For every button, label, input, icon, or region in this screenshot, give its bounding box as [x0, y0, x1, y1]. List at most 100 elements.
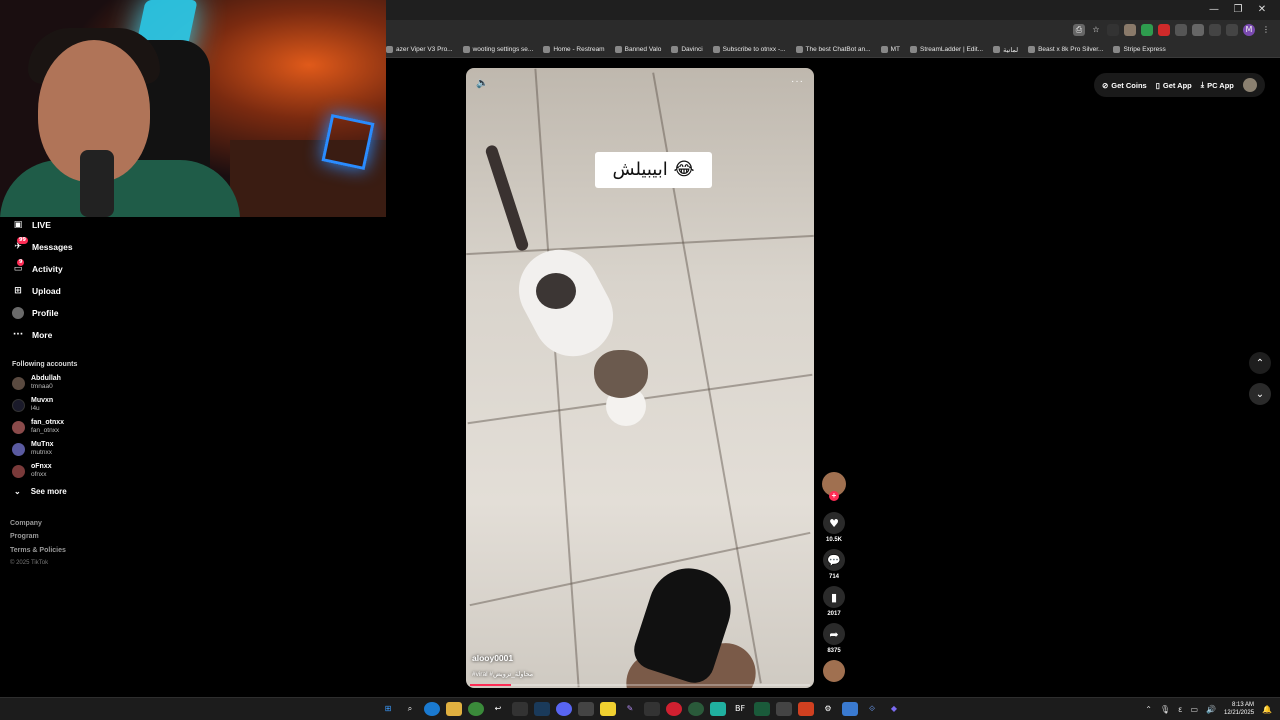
footer-link-company[interactable]: Company: [10, 520, 42, 527]
next-video-button[interactable]: ⌄: [1249, 383, 1271, 405]
file-explorer-icon[interactable]: [446, 702, 462, 716]
get-app-button[interactable]: ▯ Get App: [1156, 81, 1192, 90]
bookmark-item[interactable]: Davinci: [671, 46, 703, 53]
clock[interactable]: 8:13 AM 12/21/2025: [1224, 701, 1254, 717]
previous-video-button[interactable]: ⌃: [1249, 352, 1271, 374]
volume-icon[interactable]: 🔊: [1206, 705, 1216, 714]
get-coins-button[interactable]: ⊘ Get Coins: [1102, 81, 1147, 90]
share-count: 8375: [827, 648, 841, 654]
bookmark-item[interactable]: Stripe Express: [1113, 46, 1166, 53]
see-more-button[interactable]: ⌄ See more: [14, 487, 67, 496]
following-account[interactable]: Muvxn l4u: [12, 397, 53, 413]
sticky-notes-icon[interactable]: [600, 702, 616, 716]
extension-icon[interactable]: [1175, 24, 1187, 36]
sidebar-item-profile[interactable]: Profile: [12, 307, 58, 319]
bookmark-item[interactable]: azer Viper V3 Pro...: [386, 46, 453, 53]
kebab-menu-icon[interactable]: ⋮: [1260, 24, 1272, 36]
discord-icon[interactable]: [556, 702, 572, 716]
bookmark-item[interactable]: StreamLadder | Edit...: [909, 46, 983, 53]
sidebar-item-messages[interactable]: ✈ 99 Messages: [12, 237, 73, 253]
account-username: l4u: [31, 405, 40, 412]
extension-icon[interactable]: [1192, 24, 1204, 36]
chrome-icon[interactable]: [468, 702, 484, 716]
following-account[interactable]: fan_otnxx fan_otnxx: [12, 419, 64, 435]
bookmark-label: Beast x 8k Pro Silver...: [1038, 46, 1104, 53]
app-icon[interactable]: BF: [732, 702, 748, 716]
minimize-button[interactable]: —: [1202, 2, 1226, 18]
music-disc-icon[interactable]: [823, 660, 845, 682]
notification-bell-icon[interactable]: 🔔: [1262, 705, 1272, 714]
bookmark-item[interactable]: Beast x 8k Pro Silver...: [1028, 46, 1103, 53]
app-icon[interactable]: [666, 702, 682, 716]
app-icon[interactable]: [710, 702, 726, 716]
bookmark-icon[interactable]: ▮: [823, 586, 845, 608]
language-icon[interactable]: ε: [1178, 705, 1182, 714]
bookmark-item[interactable]: MT: [880, 46, 900, 53]
video-hashtags[interactable]: #viral #محاولة_ترويض: [472, 670, 533, 678]
profile-avatar-icon[interactable]: M: [1243, 24, 1255, 36]
following-account[interactable]: oFnxx ofnxx: [12, 463, 52, 479]
following-account[interactable]: MuTnx mutnxx: [12, 441, 54, 457]
bookmark-item[interactable]: Subscribe to otnxx -...: [712, 46, 786, 53]
sidebar-item-live[interactable]: ▣ LIVE: [12, 219, 51, 231]
menu-icon[interactable]: [1226, 24, 1238, 36]
bookmark-item[interactable]: The best ChatBot an...: [795, 46, 871, 53]
app-icon[interactable]: [512, 702, 528, 716]
video-author[interactable]: alooy0001: [472, 653, 513, 663]
app-icon[interactable]: [798, 702, 814, 716]
settings-icon[interactable]: ⚙: [820, 702, 836, 716]
follow-plus-icon[interactable]: +: [829, 491, 839, 501]
app-icon[interactable]: [644, 702, 660, 716]
app-icon[interactable]: [578, 702, 594, 716]
app-icon[interactable]: [776, 702, 792, 716]
pen-icon[interactable]: ✎: [622, 702, 638, 716]
app-icon[interactable]: [754, 702, 770, 716]
app-icon[interactable]: ⟐: [864, 702, 880, 716]
shield-icon[interactable]: [1141, 24, 1153, 36]
windows-start-icon[interactable]: ⊞: [380, 702, 396, 716]
steam-icon[interactable]: [534, 702, 550, 716]
bookmark-item[interactable]: Home - Restream: [543, 46, 605, 53]
chevron-up-icon[interactable]: ⌃: [1145, 705, 1152, 714]
puzzle-icon[interactable]: [1209, 24, 1221, 36]
maximize-button[interactable]: ❐: [1226, 2, 1250, 18]
user-avatar[interactable]: [1242, 78, 1257, 92]
edge-icon[interactable]: [424, 702, 440, 716]
app-icon[interactable]: [688, 702, 704, 716]
heart-icon[interactable]: ♥: [823, 512, 845, 534]
bookmark-icon: [386, 46, 393, 53]
bookmark-label: Home - Restream: [553, 46, 605, 53]
webcam-overlay: [0, 0, 386, 217]
sidebar-item-upload[interactable]: ⊞ Upload: [12, 285, 61, 297]
sidebar-item-more[interactable]: ··· More: [12, 329, 52, 341]
extension-icon[interactable]: [1107, 24, 1119, 36]
share-icon[interactable]: ➦: [823, 623, 845, 645]
star-icon[interactable]: ☆: [1090, 24, 1102, 36]
footer-link-terms[interactable]: Terms & Policies: [10, 547, 66, 554]
bookmark-item[interactable]: لمانية: [993, 46, 1018, 54]
video-progress-bar[interactable]: [470, 684, 810, 686]
bookmark-item[interactable]: Banned Valo: [614, 46, 661, 53]
bookmark-item[interactable]: wooting settings se...: [462, 46, 533, 53]
comment-icon[interactable]: 💬: [823, 549, 845, 571]
pc-app-button[interactable]: ⤓ PC App: [1201, 80, 1234, 90]
footer-link-program[interactable]: Program: [10, 533, 39, 540]
sidebar-item-activity[interactable]: ▭ 9 Activity: [12, 259, 63, 275]
app-icon[interactable]: [842, 702, 858, 716]
network-icon[interactable]: ▭: [1190, 705, 1198, 714]
install-icon[interactable]: ⎙: [1073, 24, 1085, 36]
pc-app-label: PC App: [1207, 80, 1234, 90]
creator-avatar[interactable]: +: [822, 472, 846, 501]
extension-icon[interactable]: [1124, 24, 1136, 36]
close-button[interactable]: ✕: [1250, 2, 1274, 18]
microphone-icon[interactable]: 🎙: [1160, 705, 1170, 714]
search-icon[interactable]: ⌕: [402, 702, 418, 716]
extension-icon[interactable]: [1158, 24, 1170, 36]
video-player[interactable]: ابيبيلش 😂 🔈 ··· alooy0001 #viral #محاولة…: [466, 68, 814, 688]
app-icon[interactable]: ↩: [490, 702, 506, 716]
bookmark-icon: [671, 46, 679, 53]
volume-icon[interactable]: 🔈: [476, 78, 488, 89]
more-options-icon[interactable]: ···: [791, 76, 804, 87]
app-icon[interactable]: ◆: [886, 702, 902, 716]
following-account[interactable]: Abdullah tmnaa0: [12, 375, 61, 391]
